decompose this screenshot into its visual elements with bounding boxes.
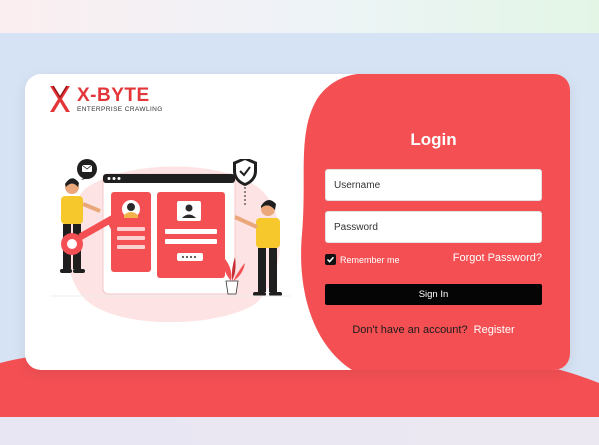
mail-icon	[77, 159, 97, 180]
username-field[interactable]	[325, 169, 542, 201]
remember-me-label: Remember me	[340, 254, 400, 265]
page-footer-band	[0, 417, 599, 445]
login-card: X-BYTE ENTERPRISE CRAWLING Login Usernam…	[25, 74, 570, 370]
login-panel: Login Remember me Forgot Password? Sign …	[297, 74, 570, 370]
remember-me-checkbox[interactable]	[325, 254, 336, 265]
checkmark-icon	[326, 256, 335, 263]
brand-logo[interactable]: X-BYTE ENTERPRISE CRAWLING	[49, 84, 163, 114]
brand-tagline: ENTERPRISE CRAWLING	[77, 105, 163, 113]
register-link[interactable]: Register	[474, 324, 515, 336]
register-prompt: Don't have an account? Register	[297, 324, 570, 336]
logo-x-icon	[50, 85, 70, 112]
forgot-password-link[interactable]: Forgot Password?	[453, 252, 542, 264]
no-account-text: Don't have an account?	[352, 324, 468, 336]
brand-name: X-BYTE	[77, 84, 150, 106]
login-title: Login	[410, 130, 457, 149]
sign-in-button[interactable]: Sign In	[325, 284, 542, 305]
remember-me-toggle[interactable]: Remember me	[325, 254, 400, 265]
login-illustration	[50, 159, 290, 323]
password-field[interactable]	[325, 211, 542, 243]
